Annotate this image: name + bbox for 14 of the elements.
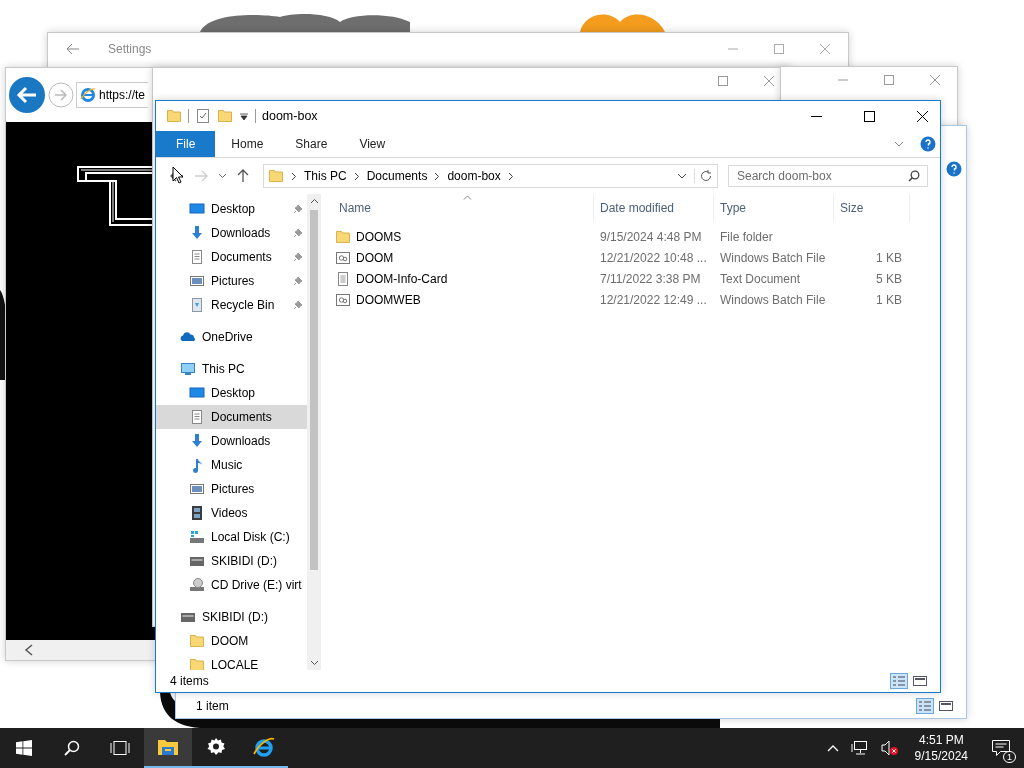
speaker-icon[interactable] — [880, 740, 899, 756]
clock[interactable]: 4:51 PM 9/15/2024 — [904, 732, 978, 764]
clock-date: 9/15/2024 — [914, 748, 968, 764]
folder-icon — [157, 737, 179, 757]
windows-logo-icon — [16, 740, 32, 756]
chevron-up-icon[interactable] — [826, 744, 839, 752]
search-icon — [64, 740, 80, 756]
gear-icon — [206, 737, 226, 757]
notification-count: 1 — [1003, 751, 1016, 763]
task-view-icon — [109, 740, 131, 756]
browser-icon — [253, 736, 275, 758]
network-icon[interactable] — [850, 740, 869, 756]
clock-time: 4:51 PM — [918, 732, 964, 748]
taskbar-app[interactable] — [144, 728, 192, 768]
